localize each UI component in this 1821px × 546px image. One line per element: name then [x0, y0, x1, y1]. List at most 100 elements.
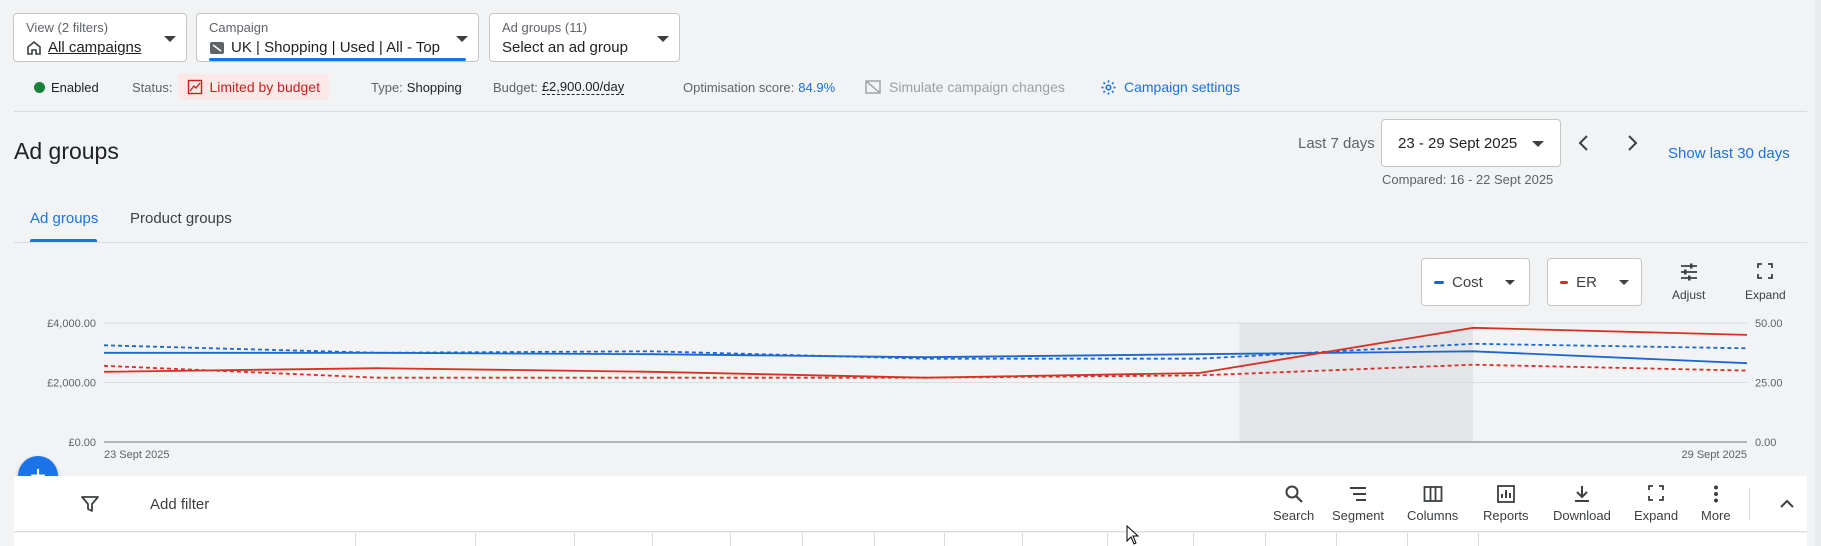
- table-expand-label: Expand: [1634, 508, 1679, 523]
- download-button[interactable]: Download: [1553, 484, 1611, 523]
- column-separator: [574, 533, 575, 546]
- enabled-dot-icon: [34, 81, 45, 93]
- budget-label: Budget:: [493, 79, 538, 95]
- optimisation-field[interactable]: Optimisation score: 84.9%: [683, 74, 835, 100]
- column-separator: [944, 533, 945, 546]
- columns-label: Columns: [1407, 508, 1459, 523]
- column-separator: [652, 533, 653, 546]
- y-tick-label-right: 0.00: [1755, 437, 1776, 449]
- mouse-cursor-icon: [1126, 525, 1140, 545]
- table-header-row: [14, 533, 1807, 546]
- download-icon: [1574, 486, 1589, 502]
- column-separator: [1407, 533, 1408, 546]
- y-tick-label-right: 25.00: [1755, 378, 1783, 390]
- budget-value[interactable]: £2,900.00/day: [541, 79, 625, 95]
- tab-ad-groups[interactable]: Ad groups: [30, 210, 98, 227]
- column-separator: [802, 533, 803, 546]
- y-tick-label-left: £0.00: [68, 437, 96, 449]
- chevron-up-icon[interactable]: [1778, 495, 1796, 513]
- active-indicator: [209, 58, 466, 61]
- adgroup-picker-value: Select an ad group: [502, 39, 628, 56]
- column-separator: [1022, 533, 1023, 546]
- campaign-settings-button[interactable]: Campaign settings: [1100, 74, 1240, 100]
- tab-product-groups-label: Product groups: [130, 210, 232, 227]
- simulate-icon: [865, 80, 881, 94]
- y-tick-label-right: 50.00: [1755, 318, 1783, 330]
- trend-chart-icon: [188, 79, 203, 95]
- toolbar-divider: [1749, 488, 1750, 520]
- tab-product-groups[interactable]: Product groups: [130, 210, 232, 227]
- simulate-button[interactable]: Simulate campaign changes: [865, 74, 1065, 100]
- optimisation-label: Optimisation score:: [683, 79, 795, 95]
- campaign-picker-label: Campaign: [209, 20, 269, 35]
- table-expand-button[interactable]: Expand: [1634, 484, 1678, 523]
- y-tick-label-left: £4,000.00: [47, 318, 96, 330]
- campaign-settings-label: Campaign settings: [1124, 79, 1240, 95]
- tab-ad-groups-label: Ad groups: [30, 210, 99, 227]
- more-vert-icon: [1713, 485, 1718, 503]
- segment-button[interactable]: Segment: [1332, 484, 1384, 523]
- search-button[interactable]: Search: [1273, 484, 1314, 523]
- search-icon: [1285, 485, 1303, 503]
- segment-icon: [1350, 487, 1367, 501]
- column-separator: [1265, 533, 1266, 546]
- type-label: Type:: [371, 79, 403, 95]
- x-tick-label: 29 Sept 2025: [1682, 449, 1747, 461]
- view-picker-label: View (2 filters): [26, 20, 109, 35]
- filter-icon[interactable]: [81, 495, 99, 513]
- more-label: More: [1701, 508, 1731, 523]
- status-enabled[interactable]: Enabled: [34, 74, 99, 100]
- more-button[interactable]: More: [1701, 484, 1731, 523]
- type-value: Shopping: [406, 79, 462, 95]
- column-separator: [730, 533, 731, 546]
- shopping-tag-icon: [210, 42, 224, 54]
- download-label: Download: [1553, 508, 1611, 523]
- y-tick-label-left: £2,000.00: [47, 378, 96, 390]
- limited-badge[interactable]: Limited by budget: [178, 74, 329, 100]
- campaign-picker[interactable]: Campaign UK | Shopping | Used | All - To…: [196, 13, 479, 62]
- column-separator: [355, 533, 356, 546]
- reports-button[interactable]: Reports: [1483, 484, 1529, 523]
- column-separator: [1478, 533, 1479, 546]
- columns-button[interactable]: Columns: [1407, 484, 1458, 523]
- columns-icon: [1423, 486, 1443, 502]
- column-separator: [475, 533, 476, 546]
- home-icon: [27, 40, 41, 55]
- date-range-picker[interactable]: 23 - 29 Sept 2025: [1381, 119, 1561, 167]
- campaign-picker-value: UK | Shopping | Used | All - Top: [231, 39, 441, 56]
- adgroup-picker[interactable]: Ad groups (11) Select an ad group: [489, 13, 680, 62]
- chevron-left-icon[interactable]: [1574, 133, 1594, 153]
- column-separator: [1193, 533, 1194, 546]
- search-label: Search: [1273, 508, 1315, 523]
- date-preset-label: Last 7 days: [1298, 135, 1375, 152]
- reports-icon: [1496, 485, 1515, 503]
- add-filter-button[interactable]: Add filter: [150, 496, 209, 513]
- column-separator: [874, 533, 875, 546]
- chevron-right-icon[interactable]: [1622, 133, 1642, 153]
- type-field: Type: Shopping: [371, 74, 462, 100]
- simulate-label: Simulate campaign changes: [889, 79, 1065, 95]
- adgroup-picker-label: Ad groups (11): [502, 20, 588, 35]
- status-field: Status: Limited by budget: [132, 74, 329, 100]
- reports-label: Reports: [1483, 508, 1529, 523]
- budget-field[interactable]: Budget: £2,900.00/day: [493, 74, 625, 100]
- series-line-er-dashed: [103, 363, 1748, 379]
- divider: [14, 111, 1807, 112]
- chevron-down-icon: [657, 36, 669, 42]
- view-picker-value: All campaigns: [48, 39, 142, 56]
- series-line-cost-solid: [104, 350, 1748, 365]
- scrollbar[interactable]: [1815, 0, 1821, 546]
- enabled-label: Enabled: [51, 79, 99, 95]
- x-tick-label: 23 Sept 2025: [104, 449, 169, 461]
- date-compared: Compared: 16 - 22 Sept 2025: [1382, 172, 1554, 187]
- column-separator: [1336, 533, 1337, 546]
- view-picker[interactable]: View (2 filters) All campaigns: [13, 13, 187, 62]
- optimisation-value[interactable]: 84.9%: [798, 80, 835, 95]
- tabs-divider: [14, 242, 1807, 243]
- page-title: Ad groups: [14, 138, 119, 164]
- gear-icon: [1101, 79, 1116, 95]
- chevron-down-icon: [164, 36, 176, 42]
- show-last-30-days-link[interactable]: Show last 30 days: [1668, 145, 1790, 162]
- performance-chart: £0.00 0.00 £2,000.00 25.00 £4,000.00 50.00 23 …: [47, 318, 1783, 461]
- chevron-down-icon: [1532, 141, 1544, 147]
